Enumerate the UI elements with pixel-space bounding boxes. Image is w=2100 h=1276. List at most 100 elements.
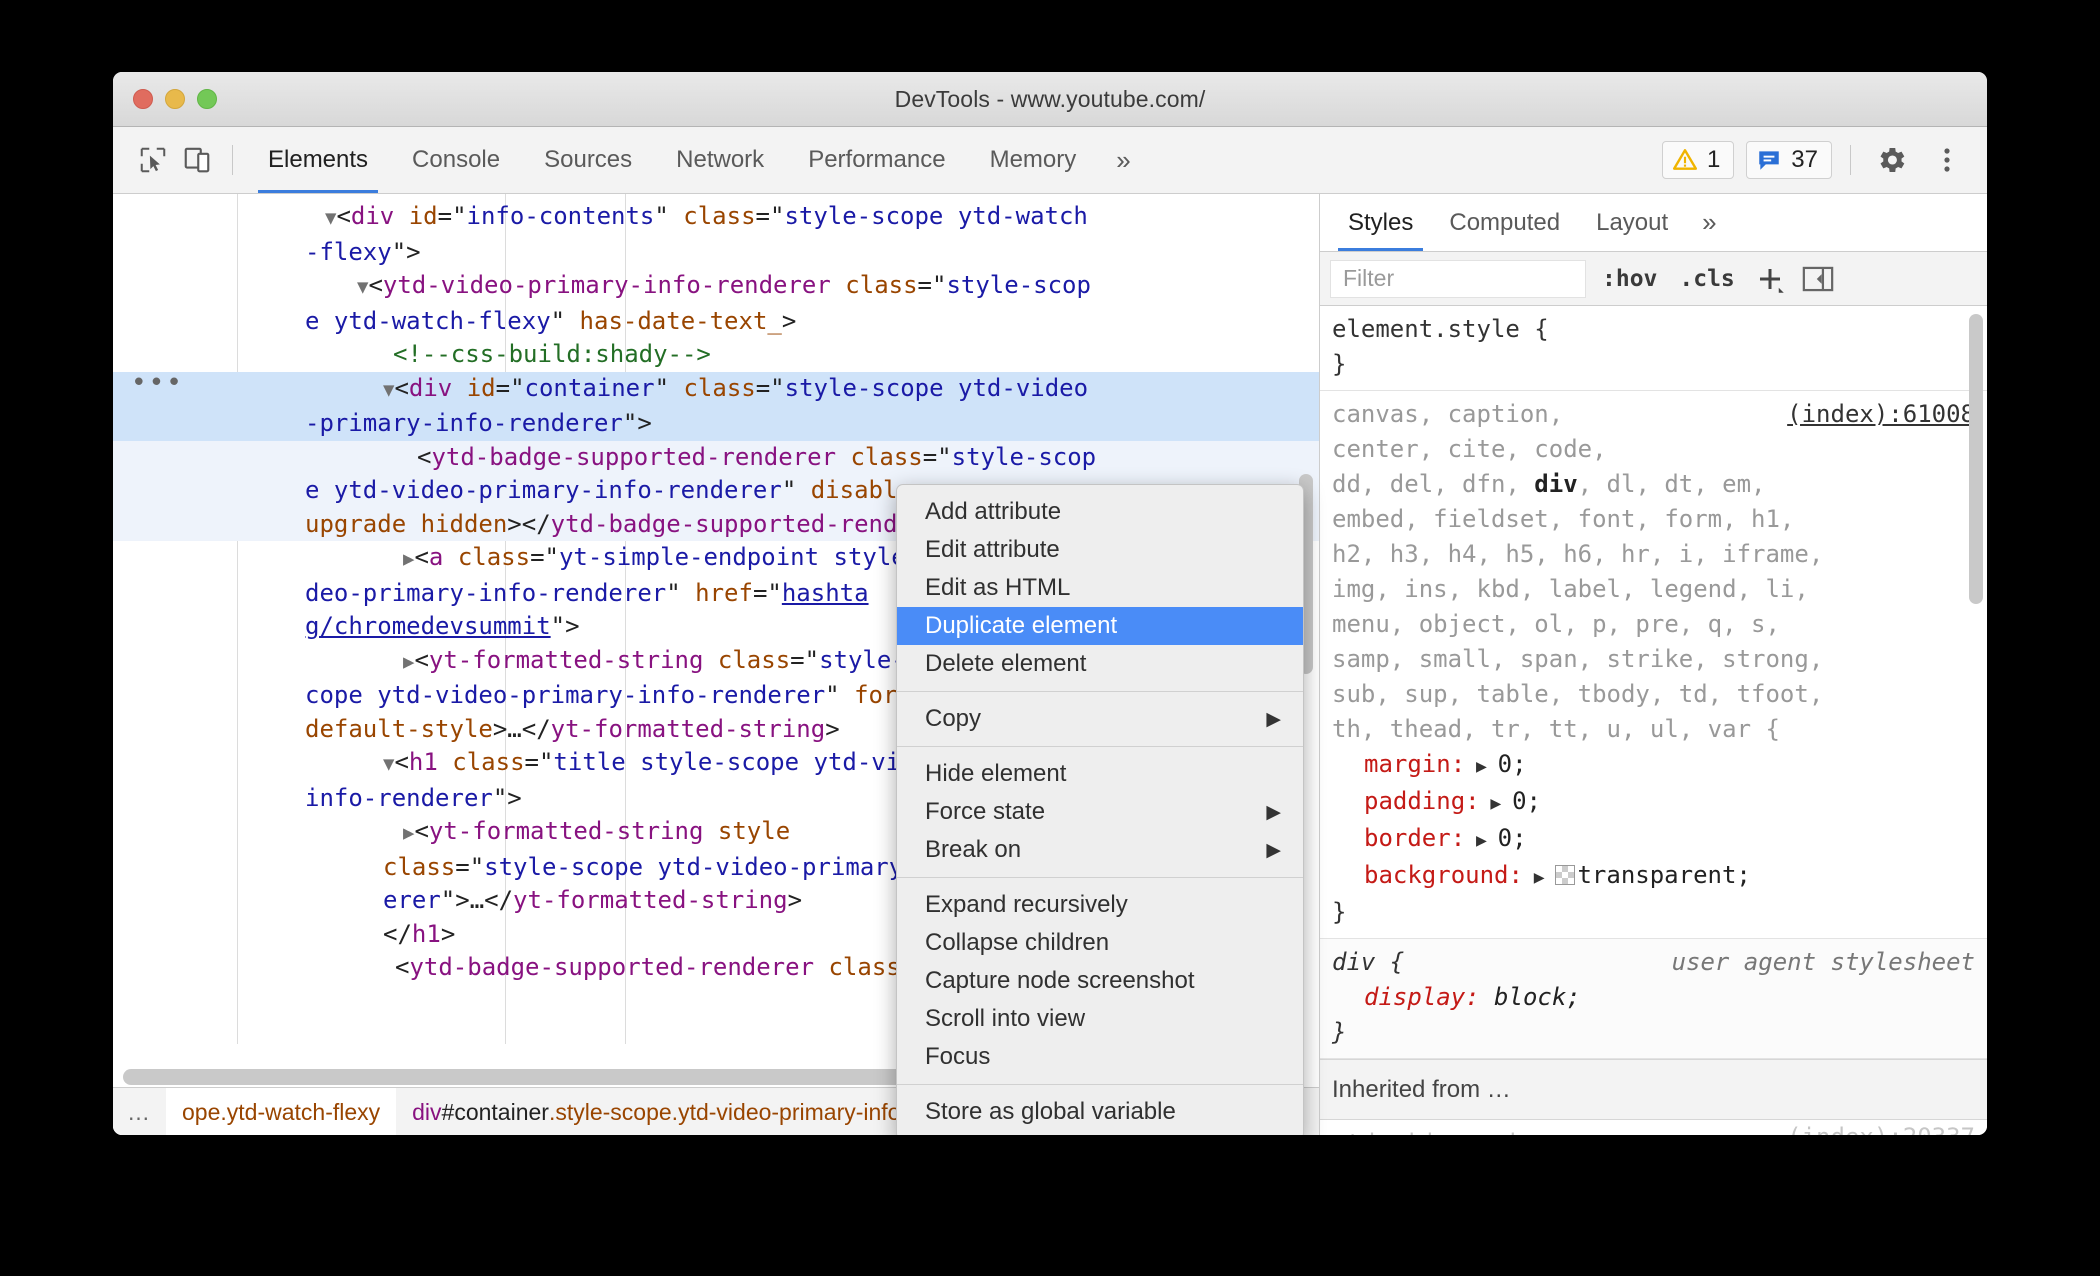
element-context-menu[interactable]: Add attribute Edit attribute Edit as HTML D… — [896, 484, 1304, 1135]
css-property-value[interactable]: 0; — [1498, 824, 1527, 852]
context-menu-item-duplicate-element[interactable]: Duplicate element — [897, 607, 1303, 645]
css-property-name[interactable]: background: — [1364, 861, 1523, 889]
element-classes-button[interactable]: .cls — [1673, 266, 1740, 292]
css-source-link[interactable]: (index):61008 — [1787, 397, 1975, 432]
styles-scroll-thumb[interactable] — [1969, 314, 1983, 604]
context-menu-item-delete-element[interactable]: Delete element — [897, 645, 1303, 683]
styles-more-tabs-icon[interactable]: » — [1686, 207, 1732, 238]
css-declaration[interactable]: margin: ▶ 0; — [1332, 747, 1975, 784]
context-menu-item-collapse-children[interactable]: Collapse children — [897, 924, 1303, 962]
context-menu-item-focus[interactable]: Focus — [897, 1038, 1303, 1076]
force-hover-button[interactable]: :hov — [1596, 266, 1663, 292]
dom-token-tag: yt-formatted-string — [513, 886, 788, 914]
dom-tree-row[interactable]: ••• ▼<div id="container" class="style-sco… — [113, 368, 1319, 407]
context-menu-item-expand-recursively[interactable]: Expand recursively — [897, 886, 1303, 924]
context-menu-item-add-attribute[interactable]: Add attribute — [897, 493, 1303, 531]
gear-icon[interactable] — [1869, 138, 1913, 182]
dom-tree-row[interactable]: e ytd-watch-flexy" has-date-text_> — [113, 305, 1319, 339]
kebab-menu-icon[interactable] — [1925, 138, 1969, 182]
dom-token-tag: a — [428, 543, 444, 571]
breadcrumb-leading-ellipsis[interactable]: … — [113, 1099, 166, 1126]
message-badge[interactable]: 37 — [1746, 141, 1832, 179]
css-property-name[interactable]: padding: — [1364, 787, 1480, 815]
dom-tree-row[interactable]: ▼<ytd-video-primary-info-renderer class=… — [113, 269, 1319, 305]
expand-shorthand-icon[interactable]: ▶ — [1523, 867, 1556, 888]
css-selector-text: ytd-video-primary… — [1332, 1129, 1592, 1135]
device-toolbar-icon[interactable] — [175, 138, 219, 182]
css-rule-block-partial[interactable]: ytd-video-primary… (index):20337 — [1320, 1120, 1987, 1135]
styles-scrollbar[interactable] — [1969, 314, 1983, 1070]
css-property-name[interactable]: display: — [1364, 983, 1480, 1011]
context-menu-item-edit-as-html[interactable]: Edit as HTML — [897, 569, 1303, 607]
zoom-window-button[interactable] — [197, 89, 217, 109]
context-menu-item-copy[interactable]: Copy ▶ — [897, 700, 1303, 738]
css-rule-block[interactable]: element.style {} — [1320, 306, 1987, 391]
css-rule-block[interactable]: div {user agent stylesheet display: block… — [1320, 939, 1987, 1059]
dom-tree-row[interactable]: -flexy"> — [113, 236, 1319, 270]
css-property-value[interactable]: 0; — [1498, 750, 1527, 778]
submenu-arrow-icon: ▶ — [1266, 708, 1281, 730]
css-property-value[interactable]: transparent; — [1577, 861, 1750, 889]
dom-tree-row[interactable]: <ytd-badge-supported-renderer class="sty… — [113, 440, 1319, 474]
context-menu-item-label: Edit attribute — [925, 536, 1060, 563]
css-declaration[interactable]: padding: ▶ 0; — [1332, 784, 1975, 821]
context-menu-item-force-state[interactable]: Force state ▶ — [897, 793, 1303, 831]
inspect-cursor-icon[interactable] — [131, 138, 175, 182]
css-property-value[interactable]: 0; — [1512, 787, 1541, 815]
dom-tree-row[interactable]: <!--css-build:shady--> — [113, 338, 1319, 372]
collapse-triangle-icon[interactable]: ▼ — [357, 276, 368, 298]
collapse-triangle-icon[interactable]: ▼ — [383, 379, 394, 401]
expand-shorthand-icon[interactable]: ▶ — [1465, 756, 1498, 777]
context-menu-item-hide-element[interactable]: Hide element — [897, 755, 1303, 793]
tab-sources[interactable]: Sources — [522, 127, 654, 193]
tab-network[interactable]: Network — [654, 127, 786, 193]
context-menu-item-capture-node-screenshot[interactable]: Capture node screenshot — [897, 962, 1303, 1000]
expand-triangle-icon[interactable]: ▶ — [403, 651, 414, 673]
color-swatch-icon[interactable] — [1555, 865, 1576, 885]
styles-rules-list[interactable]: element.style {} canvas, caption, (index):… — [1320, 306, 1987, 1135]
css-selector[interactable]: element.style { — [1332, 312, 1975, 347]
styles-filter-input[interactable]: Filter — [1330, 259, 1586, 298]
context-menu-item-edit-attribute[interactable]: Edit attribute — [897, 531, 1303, 569]
tab-memory[interactable]: Memory — [968, 127, 1099, 193]
css-property-value[interactable]: block; — [1494, 983, 1581, 1011]
context-menu-item-store-as-global-variable[interactable]: Store as global variable — [897, 1093, 1303, 1131]
collapse-triangle-icon[interactable]: ▼ — [325, 207, 336, 229]
toggle-sidebar-icon[interactable] — [1799, 260, 1837, 298]
tab-styles[interactable]: Styles — [1330, 194, 1431, 251]
css-selector-line: img, ins, kbd, label, legend, li, — [1332, 572, 1975, 607]
tab-console[interactable]: Console — [390, 127, 522, 193]
dom-token-punct: < — [414, 645, 429, 674]
close-window-button[interactable] — [133, 89, 153, 109]
css-selector[interactable]: canvas, caption, (index):61008 center, cit… — [1332, 397, 1975, 747]
breadcrumb-item-watch-flexy[interactable]: ope.ytd-watch-flexy — [166, 1088, 397, 1135]
dom-tree-row[interactable]: ▼<div id="info-contents" class="style-sc… — [113, 200, 1319, 236]
collapse-triangle-icon[interactable]: ▼ — [383, 753, 394, 775]
css-rule-block[interactable]: canvas, caption, (index):61008 center, cit… — [1320, 391, 1987, 939]
expand-triangle-icon[interactable]: ▶ — [403, 548, 414, 570]
css-selector[interactable]: div {user agent stylesheet — [1332, 945, 1975, 980]
dom-token-attr: has-date-text_ — [579, 306, 782, 335]
expand-shorthand-icon[interactable]: ▶ — [1480, 793, 1513, 814]
dom-row-badge-dots[interactable]: ••• — [131, 367, 184, 401]
minimize-window-button[interactable] — [165, 89, 185, 109]
css-property-name[interactable]: border: — [1364, 824, 1465, 852]
expand-triangle-icon[interactable]: ▶ — [403, 822, 414, 844]
css-source-link[interactable]: (index):20337 — [1787, 1120, 1975, 1135]
expand-shorthand-icon[interactable]: ▶ — [1465, 830, 1498, 851]
css-selector-part: dd, del, dfn, — [1332, 470, 1535, 498]
tab-performance[interactable]: Performance — [786, 127, 967, 193]
tab-elements[interactable]: Elements — [246, 127, 390, 193]
context-menu-item-scroll-into-view[interactable]: Scroll into view — [897, 1000, 1303, 1038]
tab-computed[interactable]: Computed — [1431, 194, 1578, 251]
more-tabs-icon[interactable]: » — [1098, 127, 1148, 193]
plus-icon[interactable] — [1751, 260, 1789, 298]
dom-tree-row[interactable]: -primary-info-renderer"> — [113, 407, 1319, 441]
css-declaration[interactable]: background: ▶ transparent; — [1332, 858, 1975, 895]
warning-badge[interactable]: 1 — [1661, 141, 1735, 179]
context-menu-item-break-on[interactable]: Break on ▶ — [897, 831, 1303, 869]
css-declaration[interactable]: display: block; — [1332, 980, 1975, 1015]
tab-layout[interactable]: Layout — [1578, 194, 1686, 251]
css-declaration[interactable]: border: ▶ 0; — [1332, 821, 1975, 858]
css-property-name[interactable]: margin: — [1364, 750, 1465, 778]
